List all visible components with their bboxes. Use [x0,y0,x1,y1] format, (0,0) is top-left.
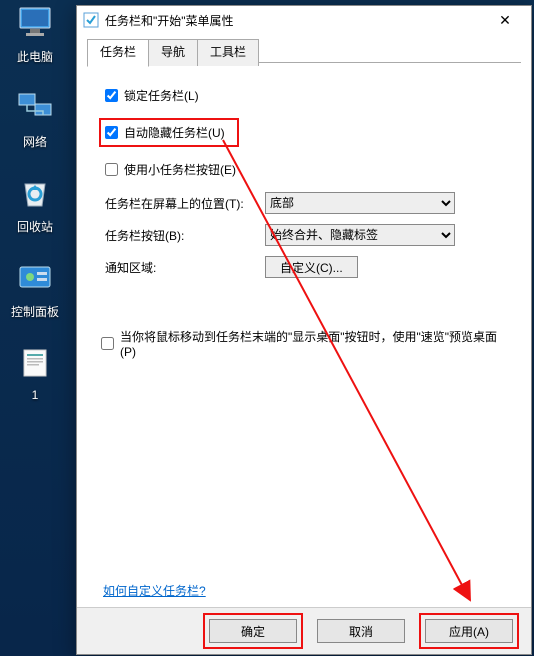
cancel-button[interactable]: 取消 [317,619,405,643]
close-icon: ✕ [499,12,511,29]
position-select[interactable]: 底部 [265,192,455,214]
file-icon [14,342,56,384]
desktop-icons: 此电脑 网络 回收站 控制面板 1 [0,0,70,424]
autohide-label: 自动隐藏任务栏(U) [124,124,225,141]
control-panel-icon [14,257,56,299]
desktop-icon-recycle-bin[interactable]: 回收站 [0,172,70,235]
lock-taskbar-checkbox[interactable] [105,89,118,102]
tab-content: 锁定任务栏(L) 自动隐藏任务栏(U) 使用小任务栏按钮(E) 任务栏在屏幕上的… [77,63,531,607]
desktop-icon-label: 1 [32,388,39,402]
notify-row: 通知区域: 自定义(C)... [105,256,507,278]
peek-row: 当你将鼠标移动到任务栏末端的"显示桌面"按钮时，使用"速览"预览桌面(P) [101,328,507,359]
tab-toolbars[interactable]: 工具栏 [198,39,259,66]
desktop-icon-file-1[interactable]: 1 [0,342,70,402]
dialog-icon [83,12,99,28]
peek-label: 当你将鼠标移动到任务栏末端的"显示桌面"按钮时，使用"速览"预览桌面(P) [120,328,507,359]
tab-taskbar[interactable]: 任务栏 [87,39,149,67]
small-buttons-row: 使用小任务栏按钮(E) [105,161,507,178]
desktop-icon-this-pc[interactable]: 此电脑 [0,2,70,65]
autohide-checkbox[interactable] [105,126,118,139]
lock-taskbar-label: 锁定任务栏(L) [124,87,199,104]
small-buttons-checkbox[interactable] [105,163,118,176]
desktop-icon-label: 此电脑 [17,48,53,65]
lock-taskbar-row: 锁定任务栏(L) [105,87,507,104]
desktop-icon-label: 控制面板 [11,303,59,320]
autohide-highlight: 自动隐藏任务栏(U) [99,118,239,147]
buttons-label: 任务栏按钮(B): [105,227,265,244]
dialog-title: 任务栏和"开始"菜单属性 [105,12,485,29]
recycle-bin-icon [14,172,56,214]
buttons-row: 任务栏按钮(B): 始终合并、隐藏标签 [105,224,507,246]
taskbar-properties-dialog: 任务栏和"开始"菜单属性 ✕ 任务栏 导航 工具栏 锁定任务栏(L) 自动隐藏任… [76,5,532,655]
desktop-icon-network[interactable]: 网络 [0,87,70,150]
desktop: 此电脑 网络 回收站 控制面板 1 [0,0,534,656]
monitor-icon [14,2,56,44]
customize-button[interactable]: 自定义(C)... [265,256,358,278]
position-row: 任务栏在屏幕上的位置(T): 底部 [105,192,507,214]
apply-button[interactable]: 应用(A) [425,619,513,643]
help-link-row: 如何自定义任务栏? [103,582,206,599]
tab-bar: 任务栏 导航 工具栏 [87,38,521,63]
apply-highlight: 应用(A) [419,613,519,649]
buttons-select[interactable]: 始终合并、隐藏标签 [265,224,455,246]
ok-button[interactable]: 确定 [209,619,297,643]
button-bar: 确定 取消 应用(A) [77,607,531,654]
help-link[interactable]: 如何自定义任务栏? [103,584,206,598]
ok-highlight: 确定 [203,613,303,649]
position-label: 任务栏在屏幕上的位置(T): [105,195,265,212]
tab-navigation[interactable]: 导航 [149,39,198,66]
desktop-icon-label: 回收站 [17,218,53,235]
autohide-row: 自动隐藏任务栏(U) [105,118,507,147]
titlebar[interactable]: 任务栏和"开始"菜单属性 ✕ [77,6,531,34]
notify-label: 通知区域: [105,259,265,276]
close-button[interactable]: ✕ [485,7,525,33]
desktop-icon-label: 网络 [23,133,47,150]
peek-checkbox[interactable] [101,337,114,350]
small-buttons-label: 使用小任务栏按钮(E) [124,161,236,178]
desktop-icon-control-panel[interactable]: 控制面板 [0,257,70,320]
network-icon [14,87,56,129]
